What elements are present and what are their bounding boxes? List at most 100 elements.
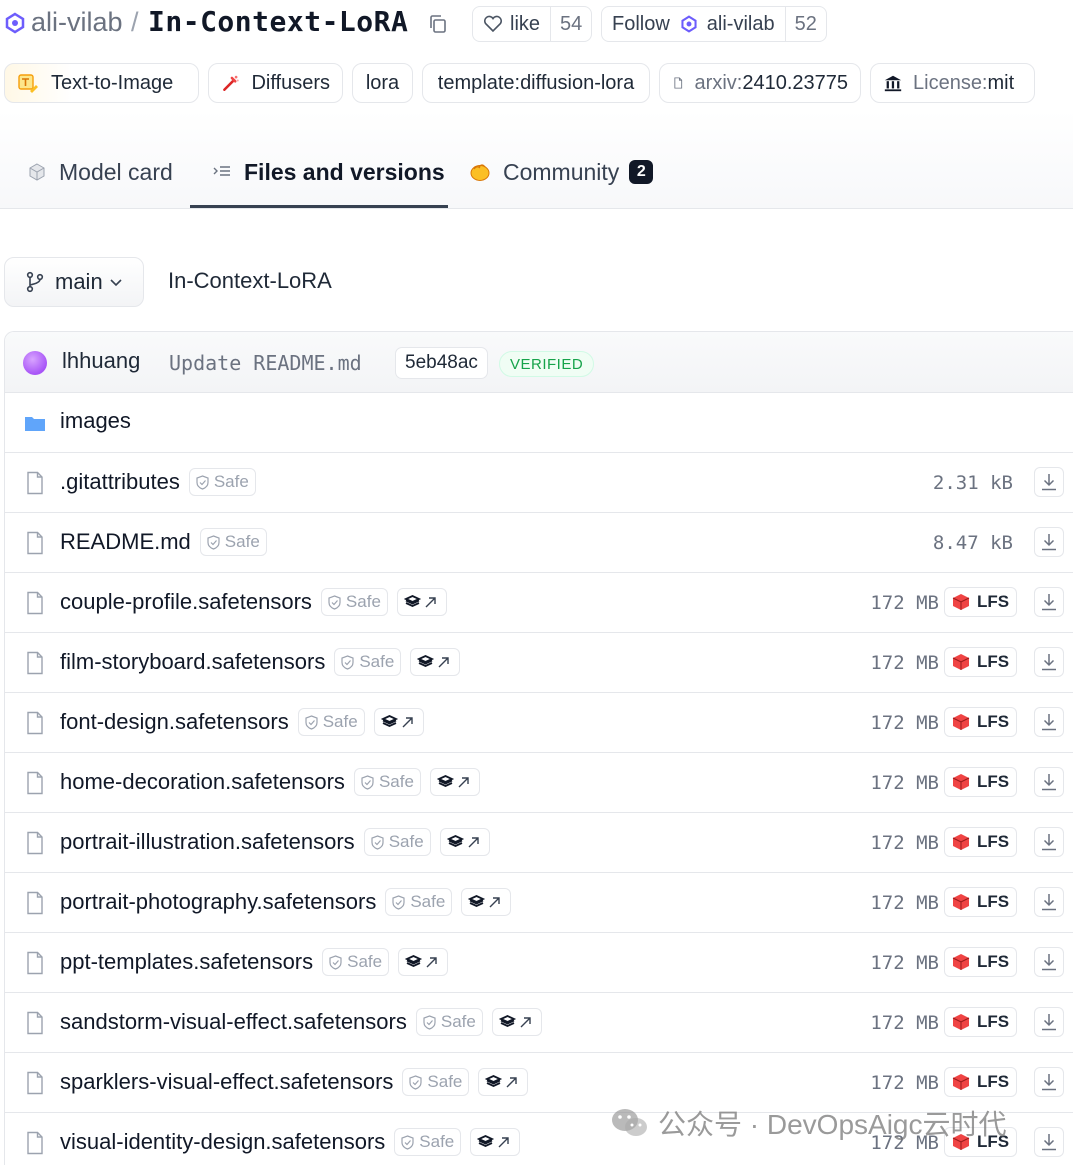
- pickle-scan-link[interactable]: [429, 768, 480, 796]
- breadcrumb[interactable]: In-Context-LoRA: [168, 268, 332, 294]
- repo-title[interactable]: In-Context-LoRA: [148, 5, 408, 38]
- tag-arxiv[interactable]: arxiv: 2410.23775: [659, 63, 861, 103]
- folder-icon: [25, 411, 45, 435]
- pickle-scan-link[interactable]: [373, 708, 424, 736]
- pickle-scan-link[interactable]: [410, 648, 461, 676]
- download-button[interactable]: [1034, 767, 1064, 797]
- lfs-badge[interactable]: LFS: [944, 947, 1018, 977]
- file-link[interactable]: sandstorm-visual-effect.safetensors: [60, 1009, 407, 1035]
- lfs-icon: [952, 774, 970, 790]
- lfs-badge[interactable]: LFS: [944, 767, 1018, 797]
- pickle-scan-link[interactable]: [491, 1008, 542, 1036]
- tag-diffusers[interactable]: Diffusers: [208, 63, 343, 103]
- safe-badge[interactable]: Safe: [385, 888, 453, 916]
- file-row[interactable]: ppt-templates.safetensors Safe 172 MB LFS: [5, 933, 1073, 993]
- safe-badge[interactable]: Safe: [334, 648, 402, 676]
- file-row[interactable]: film-storyboard.safetensors Safe 172 MB LFS: [5, 633, 1073, 693]
- safe-badge[interactable]: Safe: [320, 588, 388, 616]
- file-link[interactable]: home-decoration.safetensors: [60, 769, 345, 795]
- safe-badge[interactable]: Safe: [188, 468, 256, 496]
- org-logo-icon: [681, 15, 697, 33]
- tab-files-and-versions[interactable]: Files and versions: [212, 152, 445, 192]
- download-button[interactable]: [1034, 827, 1064, 857]
- pickle-scan-link[interactable]: [398, 948, 449, 976]
- safe-badge[interactable]: Safe: [394, 1128, 462, 1156]
- file-icon: [25, 951, 45, 975]
- pickle-scan-icon: [403, 595, 436, 608]
- file-link[interactable]: README.md: [60, 529, 191, 555]
- download-button[interactable]: [1034, 947, 1064, 977]
- lfs-badge[interactable]: LFS: [944, 707, 1018, 737]
- lfs-badge[interactable]: LFS: [944, 647, 1018, 677]
- tag-license[interactable]: License: mit: [870, 63, 1035, 103]
- lfs-label: LFS: [977, 952, 1010, 971]
- pickle-scan-link[interactable]: [396, 588, 447, 616]
- download-button[interactable]: [1034, 1007, 1064, 1037]
- lfs-badge[interactable]: LFS: [944, 827, 1018, 857]
- lfs-badge[interactable]: LFS: [944, 887, 1018, 917]
- download-button[interactable]: [1034, 647, 1064, 677]
- lfs-badge[interactable]: LFS: [944, 587, 1018, 617]
- tag-template[interactable]: template:diffusion-lora: [422, 63, 650, 103]
- download-button[interactable]: [1034, 707, 1064, 737]
- download-button[interactable]: [1034, 1067, 1064, 1097]
- download-button[interactable]: [1034, 587, 1064, 617]
- folder-link[interactable]: images: [60, 408, 131, 434]
- tab-model-card[interactable]: Model card: [27, 152, 173, 192]
- file-link[interactable]: ppt-templates.safetensors: [60, 949, 313, 975]
- download-button[interactable]: [1034, 1127, 1064, 1157]
- tag-prefix: arxiv:: [694, 71, 743, 94]
- file-row[interactable]: sandstorm-visual-effect.safetensors Safe 1…: [5, 993, 1073, 1053]
- file-link[interactable]: portrait-illustration.safetensors: [60, 829, 355, 855]
- file-link[interactable]: portrait-photography.safetensors: [60, 889, 376, 915]
- safe-label: Safe: [388, 832, 424, 851]
- branch-selector[interactable]: main: [4, 257, 144, 307]
- file-row[interactable]: .gitattributes Safe 2.31 kB: [5, 453, 1073, 513]
- bank-icon: [884, 75, 902, 92]
- file-link[interactable]: couple-profile.safetensors: [60, 589, 312, 615]
- follow-button[interactable]: Follow ali-vilab 52: [601, 6, 827, 42]
- file-name-cell: couple-profile.safetensors Safe: [60, 588, 447, 616]
- file-link[interactable]: sparklers-visual-effect.safetensors: [60, 1069, 393, 1095]
- download-button[interactable]: [1034, 527, 1064, 557]
- file-size: 8.47 kB: [932, 532, 1013, 554]
- pickle-scan-link[interactable]: [461, 888, 512, 916]
- tab-community[interactable]: Community 2: [469, 152, 654, 192]
- pickle-scan-link[interactable]: [470, 1128, 521, 1156]
- safe-badge[interactable]: Safe: [322, 948, 390, 976]
- lfs-icon: [952, 894, 970, 910]
- safe-badge[interactable]: Safe: [297, 708, 365, 736]
- safe-badge[interactable]: Safe: [402, 1068, 470, 1096]
- file-link[interactable]: visual-identity-design.safetensors: [60, 1129, 385, 1155]
- safe-badge[interactable]: Safe: [415, 1008, 483, 1036]
- tag-lora[interactable]: lora: [352, 63, 413, 103]
- file-row[interactable]: README.md Safe 8.47 kB: [5, 513, 1073, 573]
- copy-icon[interactable]: [428, 14, 448, 34]
- lfs-badge[interactable]: LFS: [944, 1067, 1018, 1097]
- download-button[interactable]: [1034, 887, 1064, 917]
- file-link[interactable]: film-storyboard.safetensors: [60, 649, 325, 675]
- file-icon: [25, 531, 45, 555]
- safe-badge[interactable]: Safe: [363, 828, 431, 856]
- safe-badge[interactable]: Safe: [353, 768, 421, 796]
- commit-author[interactable]: lhhuang: [62, 348, 140, 374]
- safe-badge[interactable]: Safe: [199, 528, 267, 556]
- lfs-badge[interactable]: LFS: [944, 1007, 1018, 1037]
- folder-row[interactable]: images: [5, 393, 1073, 453]
- file-row[interactable]: portrait-photography.safetensors Safe 172 …: [5, 873, 1073, 933]
- file-row[interactable]: portrait-illustration.safetensors Safe 172…: [5, 813, 1073, 873]
- file-row[interactable]: font-design.safetensors Safe 172 MB LFS: [5, 693, 1073, 753]
- file-link[interactable]: .gitattributes: [60, 469, 180, 495]
- file-link[interactable]: font-design.safetensors: [60, 709, 289, 735]
- like-button[interactable]: like 54: [472, 6, 593, 42]
- pickle-scan-link[interactable]: [439, 828, 490, 856]
- tag-text-to-image[interactable]: Text-to-Image: [4, 63, 199, 103]
- avatar[interactable]: [23, 351, 47, 375]
- commit-message[interactable]: Update README.md: [169, 351, 362, 375]
- org-link[interactable]: ali-vilab: [31, 7, 123, 38]
- pickle-scan-link[interactable]: [478, 1068, 529, 1096]
- commit-hash[interactable]: 5eb48ac: [395, 347, 488, 379]
- file-row[interactable]: home-decoration.safetensors Safe 172 MB LFS: [5, 753, 1073, 813]
- download-button[interactable]: [1034, 467, 1064, 497]
- file-row[interactable]: couple-profile.safetensors Safe 172 MB LFS: [5, 573, 1073, 633]
